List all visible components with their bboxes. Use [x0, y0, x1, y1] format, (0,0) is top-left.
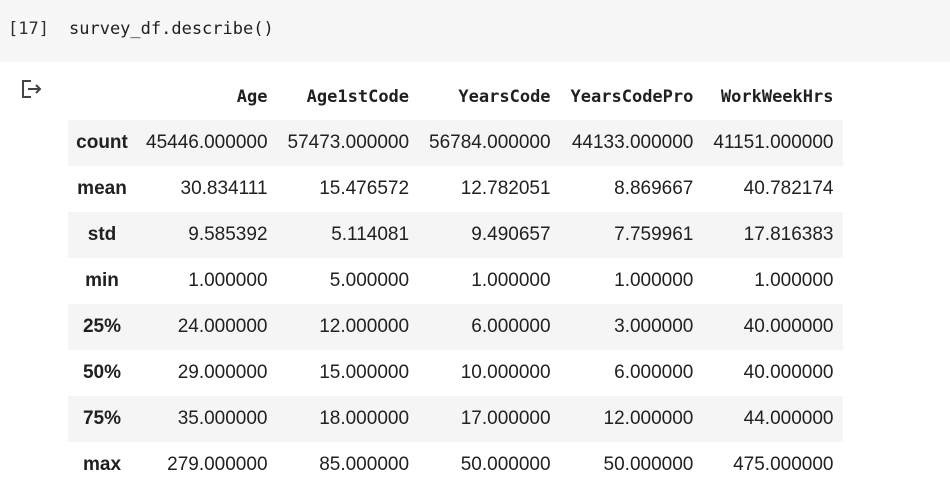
corner-header	[68, 74, 136, 120]
table-cell: 1.000000	[471, 270, 551, 291]
table-cell: 29.000000	[177, 362, 268, 383]
row-label: 75%	[82, 408, 122, 429]
column-header: YearsCodePro	[570, 87, 694, 107]
table-row: std 9.585392 5.114081 9.490657 7.759961 …	[68, 212, 844, 258]
column-header: WorkWeekHrs	[720, 87, 834, 107]
table-cell: 3.000000	[614, 316, 694, 337]
table-cell: 40.000000	[743, 362, 834, 383]
output-arrow-icon[interactable]	[19, 78, 45, 100]
row-label: min	[85, 270, 119, 291]
dataframe-output-table: Age Age1stCode YearsCode YearsCodePro Wo…	[68, 74, 844, 488]
column-header: Age1stCode	[306, 87, 410, 107]
table-cell: 5.000000	[329, 270, 410, 291]
table-cell: 1.000000	[188, 270, 268, 291]
table-cell: 8.869667	[614, 178, 694, 199]
row-label: count	[76, 132, 128, 153]
table-cell: 40.782174	[743, 178, 834, 199]
row-label: std	[87, 224, 117, 245]
code-cell-input[interactable]: [17] survey_df.describe()	[0, 0, 950, 62]
table-cell: 9.490657	[471, 224, 551, 245]
table-cell: 35.000000	[177, 408, 268, 429]
column-header: Age	[236, 87, 268, 107]
table-cell: 41151.000000	[713, 132, 834, 153]
table-row: max 279.000000 85.000000 50.000000 50.00…	[68, 442, 844, 488]
table-cell: 18.000000	[319, 408, 410, 429]
table-cell: 30.834111	[180, 178, 268, 199]
table-cell: 9.585392	[188, 224, 268, 245]
table-cell: 475.000000	[733, 454, 834, 475]
row-label: mean	[77, 178, 127, 199]
table-cell: 44133.000000	[571, 132, 694, 153]
column-header: YearsCode	[458, 87, 551, 107]
table-cell: 57473.000000	[287, 132, 410, 153]
table-row: min 1.000000 5.000000 1.000000 1.000000 …	[68, 258, 844, 304]
table-cell: 10.000000	[460, 362, 551, 383]
table-cell: 12.000000	[603, 408, 694, 429]
row-label: 25%	[82, 316, 122, 337]
code-editor[interactable]: survey_df.describe()	[69, 19, 274, 39]
table-cell: 44.000000	[743, 408, 834, 429]
table-cell: 45446.000000	[146, 132, 268, 153]
table-row: 25% 24.000000 12.000000 6.000000 3.00000…	[68, 304, 844, 350]
table-cell: 15.476572	[319, 178, 410, 199]
table-cell: 12.782051	[460, 178, 551, 199]
table-row: 50% 29.000000 15.000000 10.000000 6.0000…	[68, 350, 844, 396]
row-label: max	[82, 454, 122, 475]
table-cell: 24.000000	[177, 316, 268, 337]
table-cell: 7.759961	[614, 224, 694, 245]
table-row: mean 30.834111 15.476572 12.782051 8.869…	[68, 166, 844, 212]
table-cell: 50.000000	[460, 454, 551, 475]
table-cell: 6.000000	[471, 316, 551, 337]
row-label: 50%	[82, 362, 122, 383]
table-cell: 17.816383	[743, 224, 834, 245]
table-cell: 17.000000	[460, 408, 551, 429]
table-cell: 5.114081	[331, 224, 410, 245]
execution-count: [17]	[8, 19, 49, 39]
table-cell: 279.000000	[167, 454, 268, 475]
table-cell: 12.000000	[319, 316, 410, 337]
table-cell: 15.000000	[319, 362, 410, 383]
table-cell: 1.000000	[614, 270, 694, 291]
table-cell: 50.000000	[603, 454, 694, 475]
table-cell: 6.000000	[614, 362, 694, 383]
table-row: count 45446.000000 57473.000000 56784.00…	[68, 120, 844, 166]
table-cell: 56784.000000	[429, 132, 551, 153]
table-header-row: Age Age1stCode YearsCode YearsCodePro Wo…	[68, 74, 843, 120]
table-cell: 1.000000	[754, 270, 834, 291]
table-row: 75% 35.000000 18.000000 17.000000 12.000…	[68, 396, 844, 442]
table-cell: 85.000000	[319, 454, 410, 475]
table-cell: 40.000000	[743, 316, 834, 337]
